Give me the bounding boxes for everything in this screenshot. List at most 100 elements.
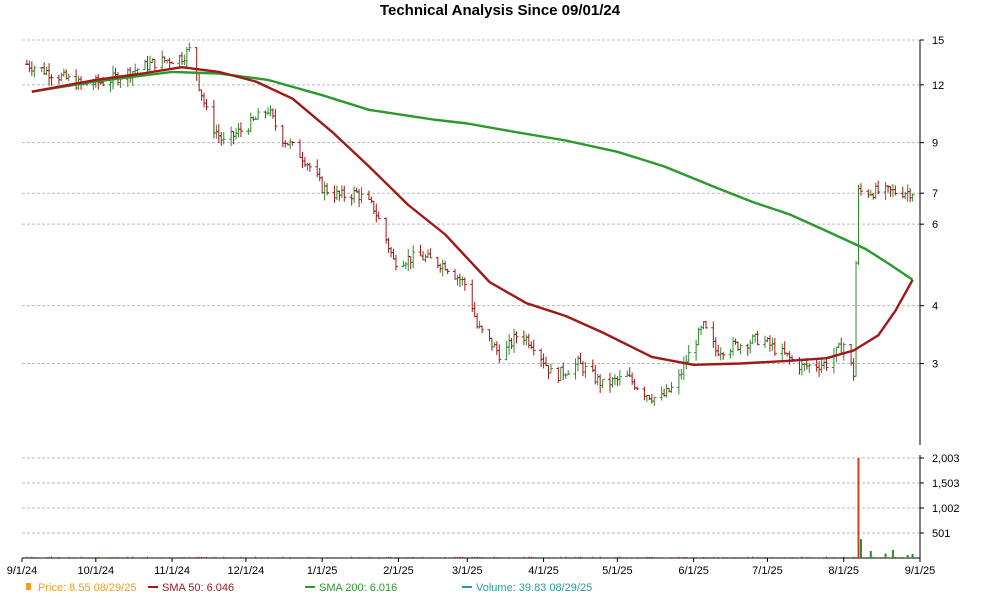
price-bar [504, 341, 509, 361]
price-bar [349, 194, 354, 206]
price-bar [248, 112, 253, 133]
volume-spike [906, 555, 909, 558]
price-bar [352, 186, 357, 203]
volume-spike [869, 551, 872, 558]
date-tick-label: 4/1/25 [528, 565, 559, 577]
price-bar [780, 343, 785, 362]
price-bar [681, 356, 686, 380]
price-tick-label: 12 [932, 80, 944, 92]
price-bar [366, 190, 371, 201]
price-bar [731, 336, 736, 356]
price-bar [59, 72, 64, 82]
price-bar [182, 54, 187, 66]
price-bar [854, 260, 859, 377]
volume-spike [891, 550, 894, 558]
price-bar [489, 337, 494, 351]
date-tick-label: 10/1/24 [77, 565, 114, 577]
volume-spike [911, 554, 914, 558]
price-bar [851, 358, 856, 381]
grid-layer [22, 39, 920, 534]
price-bar [443, 260, 448, 271]
price-bar [238, 122, 243, 138]
volume-tick-label: 1,503 [932, 478, 960, 490]
price-bar [147, 55, 152, 72]
price-bar [886, 185, 891, 193]
date-tick-label: 2/1/25 [383, 565, 414, 577]
price-tick-label: 4 [932, 301, 938, 313]
price-bar [824, 358, 829, 371]
price-bar [475, 313, 480, 329]
price-tick-label: 7 [932, 188, 938, 200]
legend-label: Volume: 39.83 08/29/25 [476, 582, 592, 594]
price-bar [910, 193, 915, 202]
price-bar [635, 386, 640, 391]
price-bar [531, 339, 536, 356]
sma200-line [31, 70, 914, 281]
price-bar [598, 374, 603, 394]
price-bar [374, 203, 379, 223]
price-bar [593, 365, 598, 385]
price-bar [509, 338, 514, 350]
price-bar [462, 277, 467, 291]
price-bar [694, 339, 699, 361]
price-bar [625, 370, 630, 378]
price-bar [893, 185, 898, 196]
price-bar [453, 268, 458, 280]
price-tick-label: 6 [932, 219, 938, 231]
price-bar [721, 352, 726, 360]
price-bar [393, 255, 398, 271]
volume-tick-label: 501 [932, 528, 950, 540]
price-bar [49, 74, 54, 86]
price-bar [728, 348, 733, 359]
price-bar [307, 162, 312, 172]
price-bar [676, 369, 681, 395]
price-bar [600, 378, 605, 389]
price-bar [558, 366, 563, 381]
price-bar [839, 337, 844, 354]
price-bar [150, 58, 155, 64]
price-bar [337, 190, 342, 201]
price-bar [664, 384, 669, 398]
price-bar [772, 338, 777, 356]
price-bar [460, 276, 465, 286]
price-bar [470, 279, 475, 313]
date-tick-label: 3/1/25 [452, 565, 483, 577]
price-bar [608, 372, 613, 393]
price-bar [652, 396, 657, 407]
price-bar [765, 337, 770, 343]
price-bar [187, 42, 192, 52]
price-bar [376, 211, 381, 220]
price-bar [696, 327, 701, 346]
price-bar [521, 330, 526, 346]
price-bar [162, 56, 167, 63]
price-bar [561, 362, 566, 381]
price-bar [273, 108, 278, 131]
price-bar [332, 185, 337, 203]
price-bar [179, 51, 184, 65]
price-bar [322, 181, 327, 201]
price-bar [529, 341, 534, 350]
price-bar [288, 138, 293, 150]
price-bar [890, 183, 895, 198]
price-bar [748, 339, 753, 354]
price-bar [767, 335, 772, 352]
price-bar [246, 128, 251, 136]
price-bar [514, 331, 519, 344]
price-bar [649, 394, 654, 404]
price-tick-label: 15 [932, 35, 944, 47]
price-bar [369, 196, 374, 204]
price-bar [573, 358, 578, 380]
price-bar [457, 273, 462, 287]
volume-spike [884, 553, 887, 558]
price-bar [548, 363, 553, 374]
price-bar [300, 151, 305, 169]
price-bar [263, 110, 268, 119]
date-tick-label: 9/1/25 [905, 565, 936, 577]
price-bar [738, 343, 743, 355]
price-bar [391, 248, 396, 260]
price-bar [42, 62, 47, 75]
price-bar [876, 180, 881, 195]
price-bar [342, 185, 347, 202]
price-bar [497, 344, 502, 364]
price-bar [130, 70, 135, 87]
